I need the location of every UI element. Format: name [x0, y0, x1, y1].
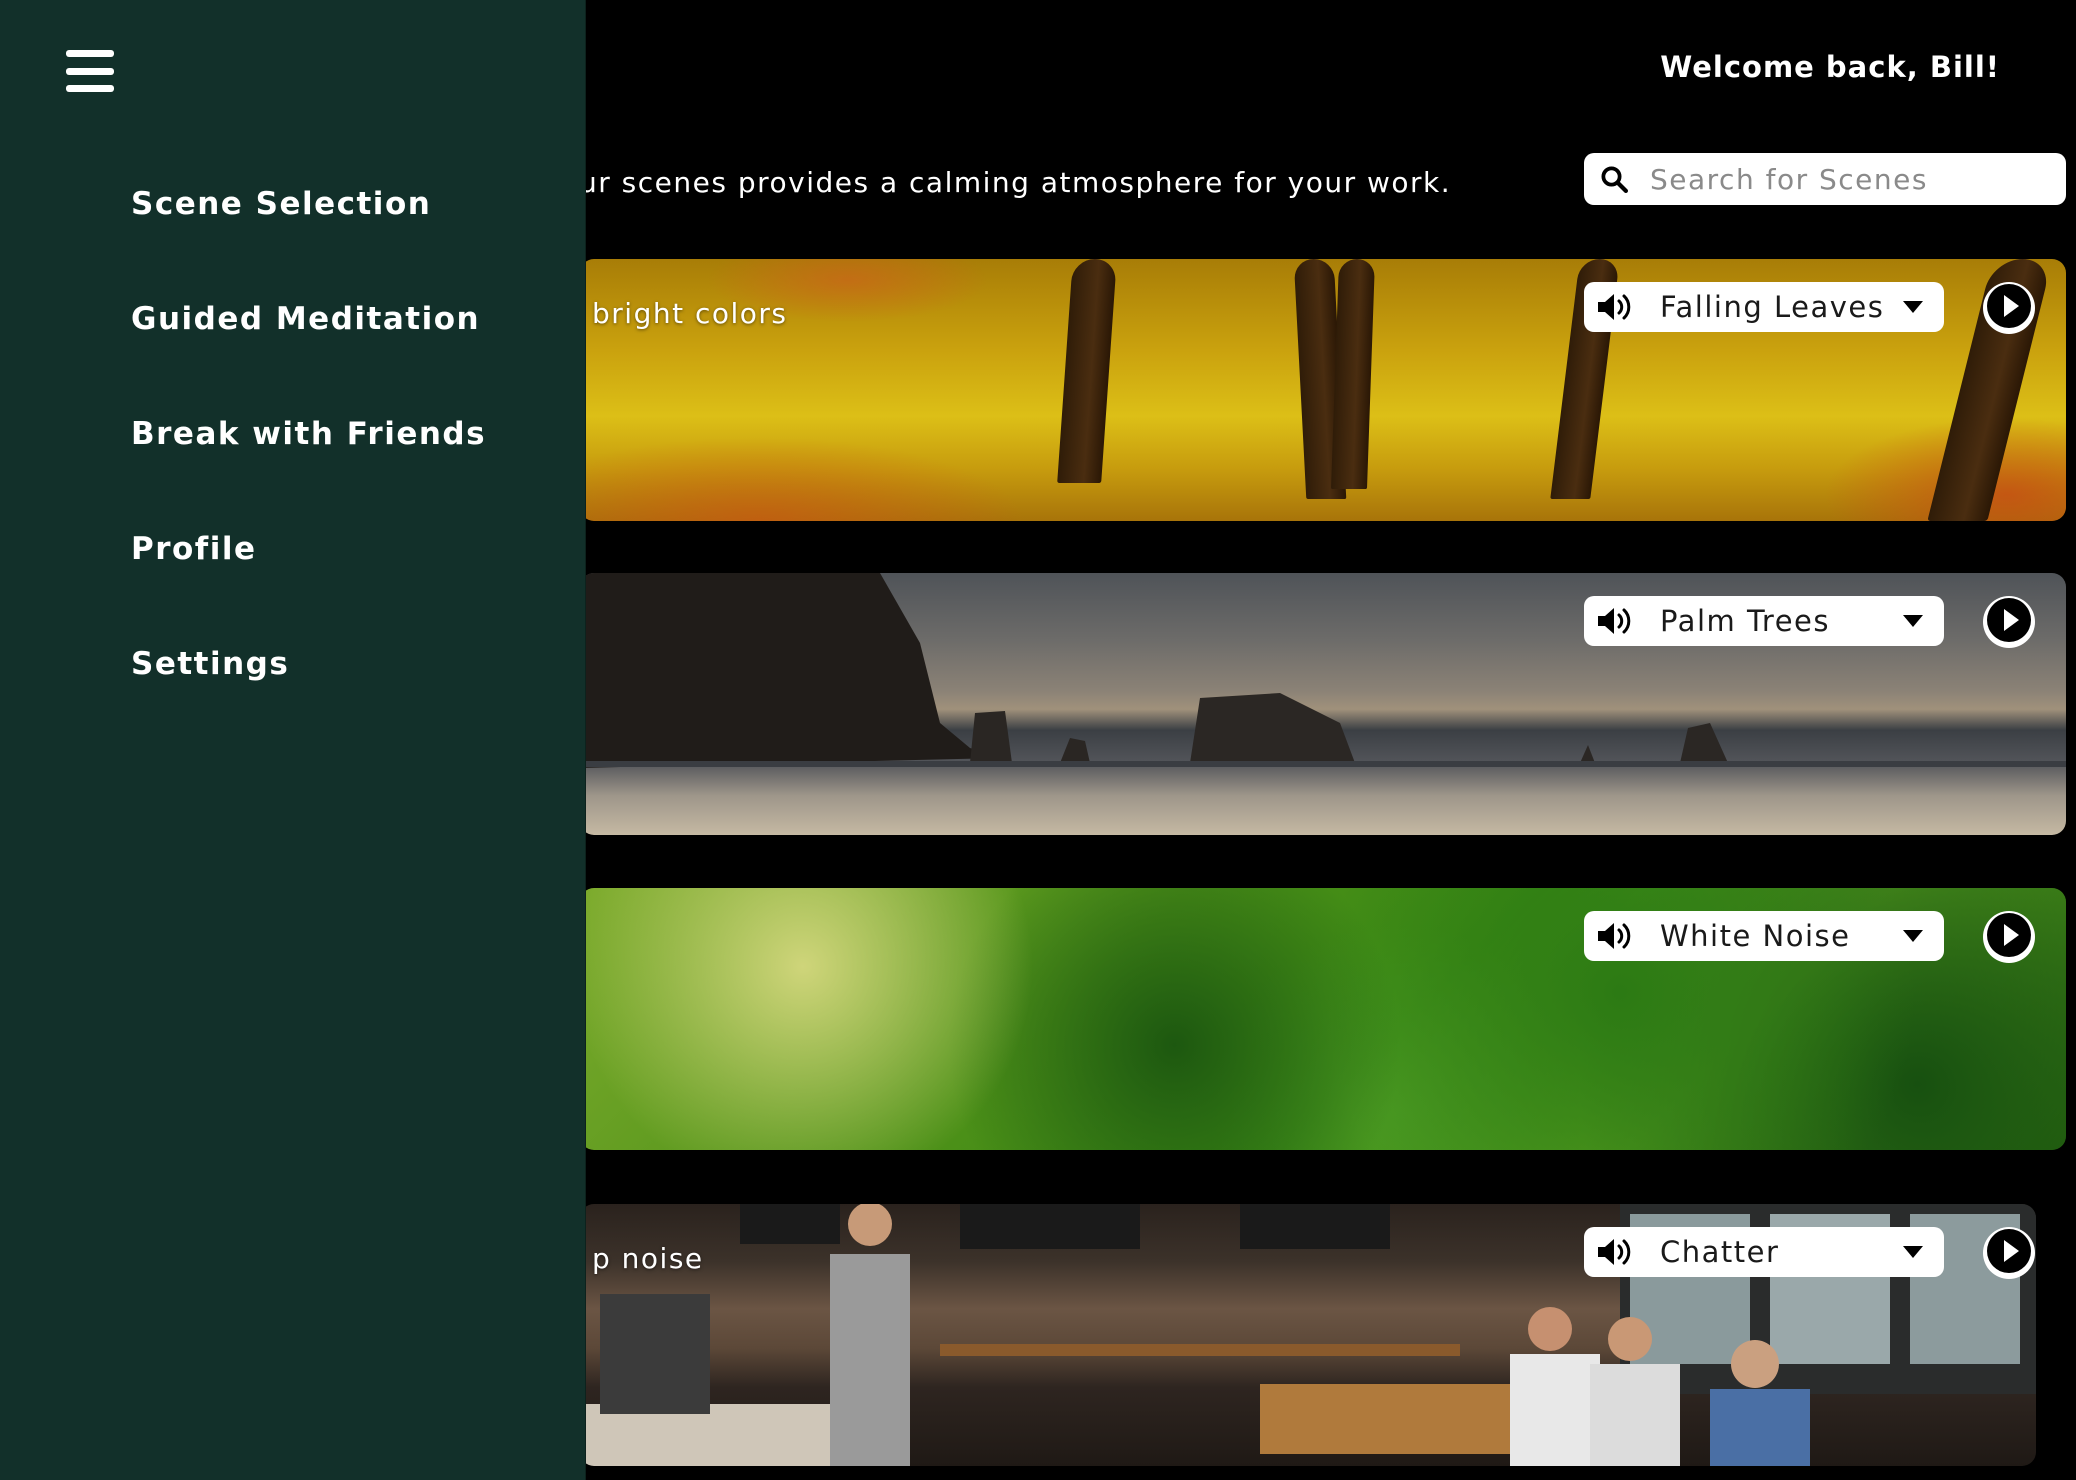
play-button[interactable] [1983, 282, 2035, 334]
scene-card-white-noise[interactable]: White Noise [580, 888, 2066, 1150]
speaker-icon [1596, 919, 1636, 953]
sound-dropdown[interactable]: White Noise [1584, 911, 1944, 961]
caret-down-icon [1902, 1244, 1926, 1260]
sidebar-item-break-with-friends[interactable]: Break with Friends [131, 410, 486, 525]
scene-description: p noise [592, 1242, 704, 1275]
scene-card-chatter[interactable]: p noise Chatter [580, 1204, 2036, 1466]
sound-dropdown-value: Chatter [1660, 1235, 1780, 1269]
play-button[interactable] [1983, 596, 2035, 648]
speaker-icon [1596, 1235, 1636, 1269]
speaker-icon [1596, 290, 1636, 324]
sound-dropdown-value: Falling Leaves [1660, 290, 1885, 324]
welcome-message: Welcome back, Bill! [1660, 50, 2000, 84]
sound-dropdown[interactable]: Palm Trees [1584, 596, 1944, 646]
sound-dropdown[interactable]: Chatter [1584, 1227, 1944, 1277]
play-button[interactable] [1983, 1227, 2035, 1279]
sidebar-item-settings[interactable]: Settings [131, 640, 486, 755]
scene-card-palm-trees[interactable]: Palm Trees [580, 573, 2066, 835]
sidebar-item-guided-meditation[interactable]: Guided Meditation [131, 295, 486, 410]
caret-down-icon [1902, 928, 1926, 944]
page-tagline: ur scenes provides a calming atmosphere … [579, 166, 1452, 199]
play-icon [1983, 909, 2035, 965]
search-input[interactable] [1650, 153, 2066, 205]
sidebar-item-scene-selection[interactable]: Scene Selection [131, 180, 486, 295]
scene-card-falling-leaves[interactable]: bright colors Falling Leaves [580, 259, 2066, 521]
caret-down-icon [1902, 613, 1926, 629]
speaker-icon [1596, 604, 1636, 638]
play-button[interactable] [1983, 911, 2035, 963]
sound-dropdown-value: White Noise [1660, 919, 1851, 953]
sidebar-item-profile[interactable]: Profile [131, 525, 486, 640]
sound-dropdown-value: Palm Trees [1660, 604, 1831, 638]
search-bar[interactable] [1584, 153, 2066, 205]
search-icon[interactable] [1596, 161, 1632, 197]
sound-dropdown[interactable]: Falling Leaves [1584, 282, 1944, 332]
sidebar: Scene Selection Guided Meditation Break … [0, 0, 586, 1480]
scene-description: bright colors [592, 297, 788, 330]
play-icon [1983, 1225, 2035, 1281]
hamburger-icon[interactable] [66, 50, 114, 92]
play-icon [1983, 594, 2035, 650]
sidebar-nav: Scene Selection Guided Meditation Break … [131, 180, 486, 755]
play-icon [1983, 280, 2035, 336]
caret-down-icon [1902, 299, 1926, 315]
